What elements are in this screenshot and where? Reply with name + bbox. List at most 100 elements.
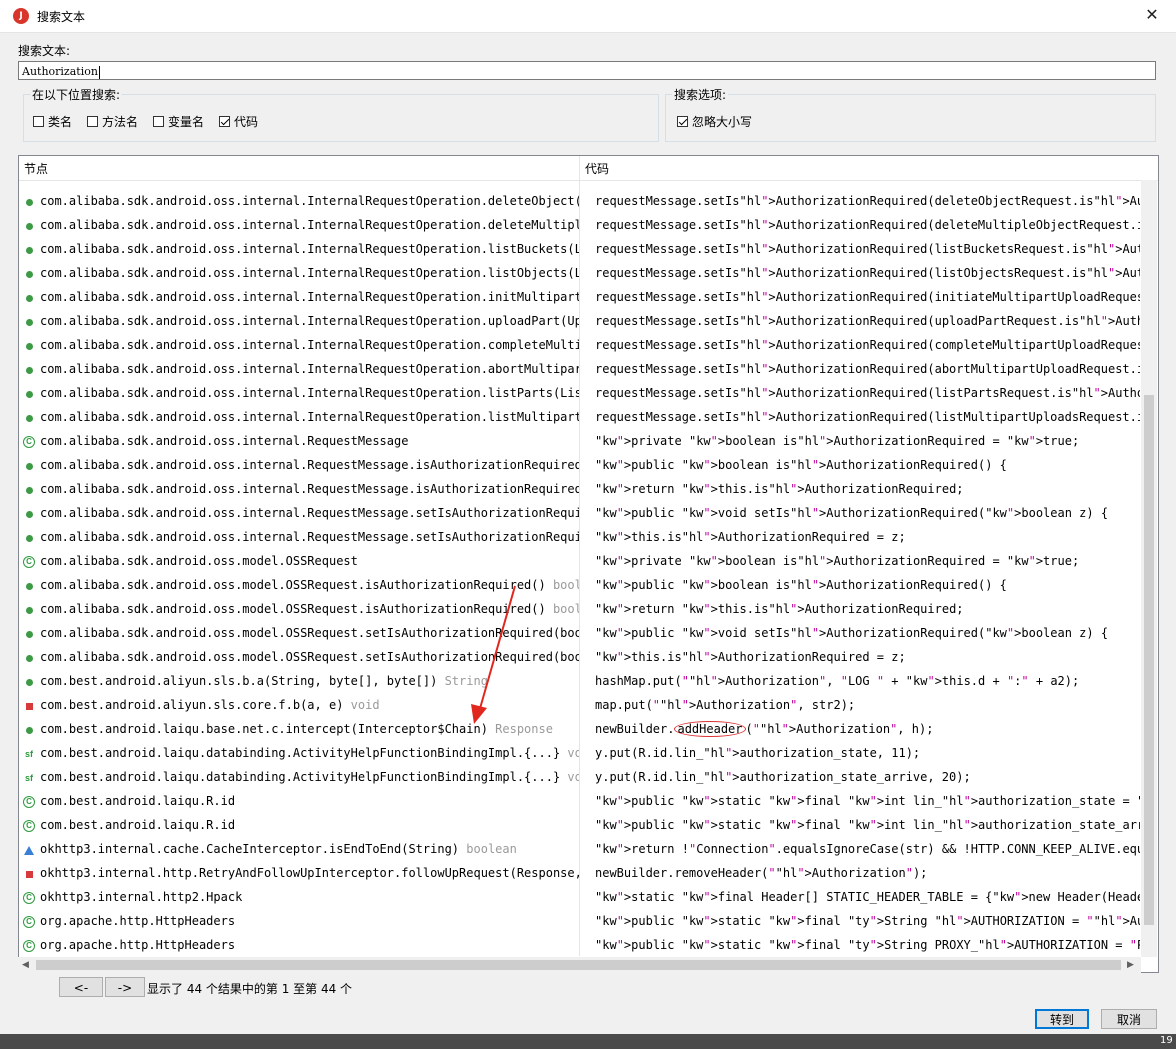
code-row[interactable]: requestMessage.setIs"hl">AuthorizationRe… <box>595 381 1140 405</box>
code-row[interactable]: hashMap.put(""hl">Authorization", "LOG "… <box>595 669 1140 693</box>
node-row[interactable]: okhttp3.internal.cache.CacheInterceptor.… <box>19 837 579 861</box>
horizontal-scrollbar[interactable]: ◀ ▶ <box>18 957 1141 973</box>
title-bar: J 搜索文本 ✕ <box>0 0 1176 33</box>
goto-button[interactable]: 转到 <box>1035 1009 1089 1029</box>
checkbox-code[interactable]: 代码 <box>219 113 258 129</box>
checkbox-class-name[interactable]: 类名 <box>33 113 72 129</box>
code-row[interactable]: "kw">public "kw">static "kw">final "kw">… <box>595 789 1140 813</box>
code-row[interactable]: requestMessage.setIs"hl">AuthorizationRe… <box>595 309 1140 333</box>
code-row[interactable]: "kw">private "kw">boolean is"hl">Authori… <box>595 549 1140 573</box>
checkbox-box[interactable] <box>87 115 98 127</box>
code-row[interactable]: y.put(R.id.lin_"hl">authorization_state,… <box>595 741 1140 765</box>
results-status: 显示了 44 个结果中的第 1 至第 44 个 <box>147 982 353 996</box>
code-row[interactable]: "kw">return "kw">this.is"hl">Authorizati… <box>595 597 1140 621</box>
taskbar-clock: 19 <box>1160 1035 1173 1046</box>
vertical-scrollbar[interactable] <box>1141 180 1157 957</box>
code-row[interactable]: "kw">public "kw">boolean is"hl">Authoriz… <box>595 573 1140 597</box>
code-row[interactable]: "kw">public "kw">void setIs"hl">Authoriz… <box>595 501 1140 525</box>
node-text: com.best.android.laiqu.R.id <box>40 794 236 808</box>
code-row[interactable]: requestMessage.setIs"hl">AuthorizationRe… <box>595 189 1140 213</box>
code-row[interactable]: map.put(""hl">Authorization", str2); <box>595 693 1140 717</box>
node-text: com.best.android.laiqu.databinding.Activ… <box>40 770 568 784</box>
code-row[interactable]: "kw">this.is"hl">AuthorizationRequired =… <box>595 645 1140 669</box>
add-header-circle-annotation: addHeader <box>674 721 746 737</box>
node-row[interactable]: okhttp3.internal.http.RetryAndFollowUpIn… <box>19 861 579 885</box>
search-options-title: 搜索选项: <box>672 86 729 103</box>
checkbox-box[interactable] <box>677 115 688 127</box>
close-icon[interactable]: ✕ <box>1140 3 1164 27</box>
node-icon-slot: sf <box>21 766 37 790</box>
private-method-icon <box>25 870 33 878</box>
class-icon: C <box>23 940 35 952</box>
node-row[interactable]: Ccom.best.android.laiqu.R.id <box>19 813 579 837</box>
checkbox-ignore-case[interactable]: 忽略大小写 <box>677 113 752 129</box>
node-text: com.best.android.laiqu.R.id <box>40 818 236 832</box>
window-title: 搜索文本 <box>37 10 86 24</box>
node-row[interactable]: Corg.apache.http.HttpHeaders <box>19 933 579 957</box>
search-input[interactable]: Authorization <box>18 61 1156 80</box>
code-row[interactable]: newBuilder. addHeader (""hl">Authorization… <box>595 717 1140 741</box>
code-row[interactable]: "kw">public "kw">static "kw">final "ty">… <box>595 909 1140 933</box>
code-row[interactable]: requestMessage.setIs"hl">AuthorizationRe… <box>595 285 1140 309</box>
checkbox-variable-name[interactable]: 变量名 <box>153 113 204 129</box>
node-text: org.apache.http.HttpHeaders <box>40 938 236 952</box>
node-text: okhttp3.internal.http.RetryAndFollowUpIn… <box>40 866 579 880</box>
prev-page-button[interactable]: <- <box>59 977 103 997</box>
horizontal-scroll-thumb[interactable] <box>36 960 1121 970</box>
results-table: 节点 代码 com.alibaba.sdk.android.oss.intern… <box>18 155 1159 973</box>
code-row[interactable]: y.put(R.id.lin_"hl">authorization_state_… <box>595 765 1140 789</box>
column-header-code[interactable]: 代码 <box>580 156 1158 181</box>
node-icon-slot: C <box>21 910 37 934</box>
code-row[interactable]: "kw">static "kw">final Header[] STATIC_H… <box>595 885 1140 909</box>
node-text: org.apache.http.HttpHeaders <box>40 914 236 928</box>
abstract-class-icon: C <box>23 892 35 904</box>
class-icon: C <box>23 820 35 832</box>
red-arrow-annotation <box>471 585 516 724</box>
node-text: okhttp3.internal.http2.Hpack <box>40 890 243 904</box>
node-return-type: boolean <box>466 842 517 856</box>
code-row[interactable]: requestMessage.setIs"hl">AuthorizationRe… <box>595 213 1140 237</box>
node-row[interactable]: Cokhttp3.internal.http2.Hpack <box>19 885 579 909</box>
code-row[interactable]: "kw">return "kw">this.is"hl">Authorizati… <box>595 477 1140 501</box>
code-row[interactable]: "kw">return !"Connection".equalsIgnoreCa… <box>595 837 1140 861</box>
code-row[interactable]: requestMessage.setIs"hl">AuthorizationRe… <box>595 261 1140 285</box>
checkbox-method-name[interactable]: 方法名 <box>87 113 138 129</box>
code-row[interactable]: requestMessage.setIs"hl">AuthorizationRe… <box>595 405 1140 429</box>
code-row[interactable]: requestMessage.setIs"hl">AuthorizationRe… <box>595 357 1140 381</box>
checkbox-box[interactable] <box>219 115 230 127</box>
scroll-left-icon[interactable]: ◀ <box>22 960 29 970</box>
class-icon: C <box>23 796 35 808</box>
node-icon-slot: C <box>21 814 37 838</box>
checkbox-label: 代码 <box>234 114 259 129</box>
checkbox-box[interactable] <box>33 115 44 127</box>
checkbox-label: 类名 <box>48 114 73 129</box>
node-row[interactable]: sf com.best.android.laiqu.databinding.Act… <box>19 765 579 789</box>
code-row[interactable]: requestMessage.setIs"hl">AuthorizationRe… <box>595 333 1140 357</box>
code-row[interactable]: "kw">public "kw">boolean is"hl">Authoriz… <box>595 453 1140 477</box>
code-row[interactable]: "kw">private "kw">boolean is"hl">Authori… <box>595 429 1140 453</box>
checkbox-box[interactable] <box>153 115 164 127</box>
scroll-right-icon[interactable]: ▶ <box>1127 960 1134 970</box>
taskbar: 19 <box>0 1034 1176 1049</box>
node-icon-slot <box>21 838 37 862</box>
node-row[interactable]: Ccom.best.android.laiqu.R.id <box>19 789 579 813</box>
code-row[interactable]: "kw">this.is"hl">AuthorizationRequired =… <box>595 525 1140 549</box>
search-in-title: 在以下位置搜索: <box>30 86 123 103</box>
code-row[interactable]: "kw">public "kw">static "kw">final "kw">… <box>595 813 1140 837</box>
code-row[interactable]: newBuilder.removeHeader(""hl">Authorizat… <box>595 861 1140 885</box>
checkbox-label: 方法名 <box>102 114 139 129</box>
node-row[interactable]: Corg.apache.http.HttpHeaders <box>19 909 579 933</box>
code-row[interactable]: "kw">public "kw">void setIs"hl">Authoriz… <box>595 621 1140 645</box>
next-page-button[interactable]: -> <box>105 977 145 997</box>
column-divider[interactable] <box>579 156 580 956</box>
text-caret <box>98 65 100 79</box>
static-final-icon: sf <box>24 773 33 783</box>
node-icon-slot: C <box>21 790 37 814</box>
cancel-button[interactable]: 取消 <box>1101 1009 1157 1029</box>
vertical-scroll-thumb[interactable] <box>1144 395 1154 925</box>
code-row[interactable]: requestMessage.setIs"hl">AuthorizationRe… <box>595 237 1140 261</box>
code-row[interactable]: "kw">public "kw">static "kw">final "ty">… <box>595 933 1140 957</box>
app-icon: J <box>13 8 29 24</box>
node-return-type: void <box>567 770 579 784</box>
checkbox-label: 忽略大小写 <box>692 114 753 129</box>
